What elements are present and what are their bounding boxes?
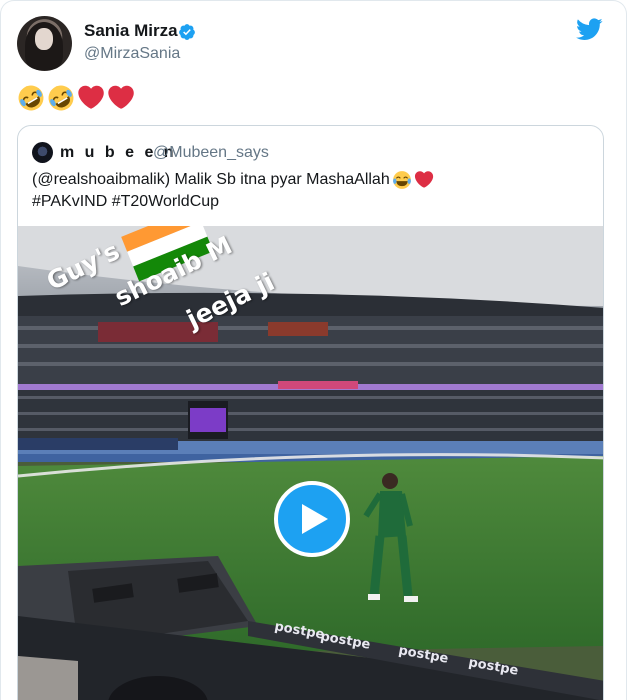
- twitter-bird-icon[interactable]: [576, 18, 603, 41]
- author-handle[interactable]: @MirzaSania: [84, 45, 180, 63]
- red-heart-icon: [78, 85, 104, 109]
- quoted-tweet-hashtags[interactable]: #PAKvIND #T20WorldCup: [32, 193, 219, 211]
- quoted-tweet-text-line1: (@realshoaibmalik) Malik Sb itna pyar Ma…: [32, 170, 434, 190]
- quoted-author-handle[interactable]: @Mubeen_says: [153, 144, 269, 162]
- quoted-author-avatar[interactable]: [32, 142, 53, 163]
- play-icon: [302, 504, 328, 534]
- quoted-tweet-text: (@realshoaibmalik) Malik Sb itna pyar Ma…: [32, 171, 390, 188]
- tweet-text: [17, 83, 135, 113]
- quoted-tweet-card[interactable]: m u b e e n @Mubeen_says (@realshoaibmal…: [17, 125, 604, 700]
- verified-badge-icon: [179, 24, 195, 40]
- video-player[interactable]: postpe postpe postpe postpe Guy's shoaib…: [18, 226, 603, 700]
- video-thumbnail: postpe postpe postpe postpe: [18, 226, 603, 700]
- author-avatar[interactable]: [17, 16, 72, 71]
- play-button[interactable]: [274, 481, 350, 557]
- tears-of-joy-emoji-icon: [392, 171, 411, 189]
- red-heart-icon: [414, 171, 433, 188]
- rolling-laughing-emoji-icon: [18, 85, 44, 111]
- tweet-card[interactable]: Sania Mirza @MirzaSania m u b e e n @Mub…: [0, 0, 627, 700]
- author-display-name[interactable]: Sania Mirza: [84, 21, 178, 41]
- red-heart-icon: [108, 85, 134, 109]
- rolling-laughing-emoji-icon: [48, 85, 74, 111]
